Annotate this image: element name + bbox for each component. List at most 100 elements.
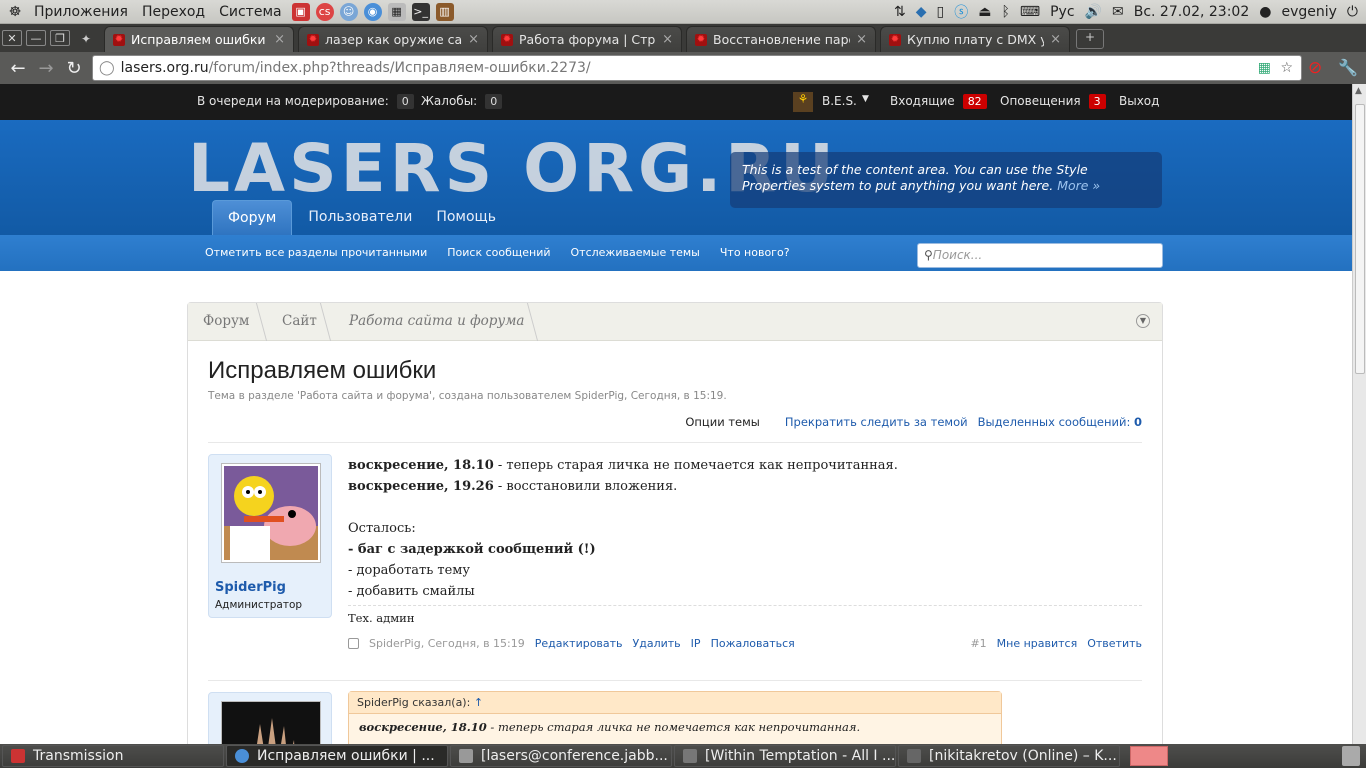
user-avatar-small[interactable]: ⚘ bbox=[793, 92, 813, 112]
complaints[interactable]: Жалобы: 0 bbox=[421, 94, 503, 109]
extension-icon[interactable]: ▦ bbox=[1258, 60, 1271, 76]
scrollbar-thumb[interactable] bbox=[1355, 104, 1365, 374]
launcher-icon[interactable]: ▣ bbox=[291, 2, 310, 21]
unwatch-thread-link[interactable]: Прекратить следить за темой bbox=[785, 415, 968, 429]
launcher-cs-icon[interactable]: cs bbox=[315, 2, 334, 21]
task-browser[interactable]: Исправляем ошибки | ... bbox=[226, 745, 448, 767]
back-icon[interactable]: ← bbox=[4, 58, 32, 79]
workspace-switcher[interactable] bbox=[1130, 746, 1168, 766]
url-host: lasers.org.ru bbox=[120, 60, 209, 76]
tab-5[interactable]: ✹Куплю плату с DMX уп...× bbox=[880, 26, 1070, 52]
post-number[interactable]: #1 bbox=[970, 637, 986, 650]
post-line-text: Осталось: bbox=[348, 521, 416, 536]
post-author-panel bbox=[208, 692, 332, 744]
promo-more-link[interactable]: More » bbox=[1057, 178, 1100, 193]
ip-link[interactable]: IP bbox=[691, 637, 701, 650]
restore-window-icon[interactable]: ❐ bbox=[50, 30, 70, 46]
reload-icon[interactable]: ↻ bbox=[60, 58, 88, 79]
like-link[interactable]: Мне нравится bbox=[997, 637, 1078, 650]
minimize-window-icon[interactable]: — bbox=[26, 30, 46, 46]
blocker-icon[interactable]: ⊘ bbox=[1308, 58, 1322, 78]
search-posts-link[interactable]: Поиск сообщений bbox=[447, 246, 550, 259]
terminal-icon[interactable]: >_ bbox=[411, 2, 430, 21]
jump-menu-icon[interactable]: ▼ bbox=[1136, 314, 1150, 328]
task-chat[interactable]: [lasers@conference.jabb... bbox=[450, 745, 672, 767]
bluetooth-icon[interactable]: ᛒ bbox=[1001, 4, 1009, 20]
ubuntu-logo-icon[interactable]: ☸ bbox=[6, 3, 24, 21]
task-transmission[interactable]: Transmission bbox=[2, 745, 224, 767]
power-icon[interactable]: ⏻ bbox=[1347, 4, 1358, 20]
post-line-date: воскресение, 18.10 bbox=[348, 458, 494, 473]
alerts-count: 3 bbox=[1088, 94, 1106, 109]
bookmark-star-icon[interactable]: ☆ bbox=[1280, 60, 1293, 76]
keyboard-icon[interactable]: ⌨ bbox=[1020, 4, 1040, 20]
alerts-link[interactable]: Оповещения 3 bbox=[1000, 94, 1106, 109]
tab-2[interactable]: ✹лазер как оружие само...× bbox=[298, 26, 488, 52]
address-bar[interactable]: ◯ lasers.org.ru/forum/index.php?threads/… bbox=[92, 55, 1302, 81]
keyboard-layout[interactable]: Рус bbox=[1050, 4, 1074, 20]
breadcrumb-section[interactable]: Работа сайта и форума bbox=[349, 313, 524, 329]
search-input[interactable]: ⚲Поиск... bbox=[917, 243, 1163, 268]
pidgin-icon[interactable]: ☺ bbox=[339, 2, 358, 21]
places-menu[interactable]: Переход bbox=[135, 4, 212, 20]
inbox-link[interactable]: Входящие 82 bbox=[890, 94, 987, 109]
scrollbar[interactable]: ▲ bbox=[1352, 84, 1366, 744]
close-window-icon[interactable]: ✕ bbox=[2, 30, 22, 46]
tab-users[interactable]: Пользователи bbox=[300, 200, 420, 235]
dropbox-icon[interactable]: ◆ bbox=[916, 4, 927, 20]
close-tab-icon[interactable]: × bbox=[662, 32, 673, 47]
watched-threads-link[interactable]: Отслеживаемые темы bbox=[571, 246, 700, 259]
wrench-icon[interactable]: 🔧 bbox=[1338, 58, 1358, 77]
system-menu[interactable]: Система bbox=[212, 4, 288, 20]
apps-tab-icon[interactable]: ✦ bbox=[72, 26, 100, 52]
close-tab-icon[interactable]: × bbox=[1050, 32, 1061, 47]
report-link[interactable]: Пожаловаться bbox=[711, 637, 795, 650]
tab-3[interactable]: ✹Работа форума | Стран...× bbox=[492, 26, 682, 52]
page-icon: ◯ bbox=[99, 60, 115, 76]
phone-icon[interactable]: ▯ bbox=[937, 4, 945, 20]
applications-menu[interactable]: Приложения bbox=[27, 4, 135, 20]
network-arrows-icon[interactable]: ⇅ bbox=[894, 4, 906, 20]
tab-1[interactable]: ✹Исправляем ошибки | ...× bbox=[104, 26, 294, 52]
delete-link[interactable]: Удалить bbox=[633, 637, 681, 650]
user-name[interactable]: evgeniy bbox=[1281, 4, 1336, 20]
tab-help[interactable]: Помощь bbox=[428, 200, 504, 235]
homer-avatar-icon bbox=[224, 466, 318, 560]
breadcrumb-forum[interactable]: Форум bbox=[203, 313, 249, 329]
task-skype[interactable]: [nikitakretov (Online) – K... bbox=[898, 745, 1120, 767]
thread-options-menu[interactable]: Опции темы bbox=[685, 415, 760, 429]
edit-link[interactable]: Редактировать bbox=[535, 637, 623, 650]
forward-icon[interactable]: → bbox=[32, 58, 60, 79]
trash-icon[interactable] bbox=[1342, 746, 1360, 766]
whats-new-link[interactable]: Что нового? bbox=[720, 246, 790, 259]
new-tab-button[interactable]: + bbox=[1076, 29, 1104, 49]
moderation-queue[interactable]: В очереди на модерирование: 0 bbox=[197, 94, 414, 109]
browser-icon[interactable]: ◉ bbox=[363, 2, 382, 21]
select-post-checkbox[interactable] bbox=[348, 638, 359, 649]
close-tab-icon[interactable]: × bbox=[468, 32, 479, 47]
logout-link[interactable]: Выход bbox=[1119, 94, 1159, 108]
account-menu[interactable]: B.E.S. bbox=[822, 94, 857, 108]
close-tab-icon[interactable]: × bbox=[856, 32, 867, 47]
scroll-up-icon[interactable]: ▲ bbox=[1355, 86, 1362, 96]
quote-arrow-icon[interactable]: ↑ bbox=[474, 696, 483, 709]
tab-4[interactable]: ✹Восстановление паро...× bbox=[686, 26, 876, 52]
close-tab-icon[interactable]: × bbox=[274, 32, 285, 47]
task-label: Transmission bbox=[33, 748, 124, 764]
calculator-icon[interactable]: ▦ bbox=[387, 2, 406, 21]
selected-posts-link[interactable]: Выделенных сообщений: 0 bbox=[978, 415, 1142, 429]
mark-read-link[interactable]: Отметить все разделы прочитанными bbox=[205, 246, 427, 259]
avatar[interactable] bbox=[221, 701, 321, 744]
skype-icon[interactable]: ⓢ bbox=[954, 2, 968, 22]
update-icon[interactable]: ⏏ bbox=[978, 4, 991, 20]
post-username[interactable]: SpiderPig bbox=[215, 580, 286, 595]
reply-link[interactable]: Ответить bbox=[1087, 637, 1142, 650]
tab-forum[interactable]: Форум bbox=[212, 200, 293, 235]
chevron-down-icon[interactable]: ▼ bbox=[862, 94, 869, 104]
volume-icon[interactable]: 🔊 bbox=[1085, 4, 1102, 20]
task-music[interactable]: [Within Temptation - All I ... bbox=[674, 745, 896, 767]
books-icon[interactable]: ▥ bbox=[435, 2, 454, 21]
avatar[interactable] bbox=[221, 463, 321, 563]
clock[interactable]: Вс. 27.02, 23:02 bbox=[1134, 4, 1250, 20]
mail-icon[interactable]: ✉ bbox=[1112, 4, 1124, 20]
